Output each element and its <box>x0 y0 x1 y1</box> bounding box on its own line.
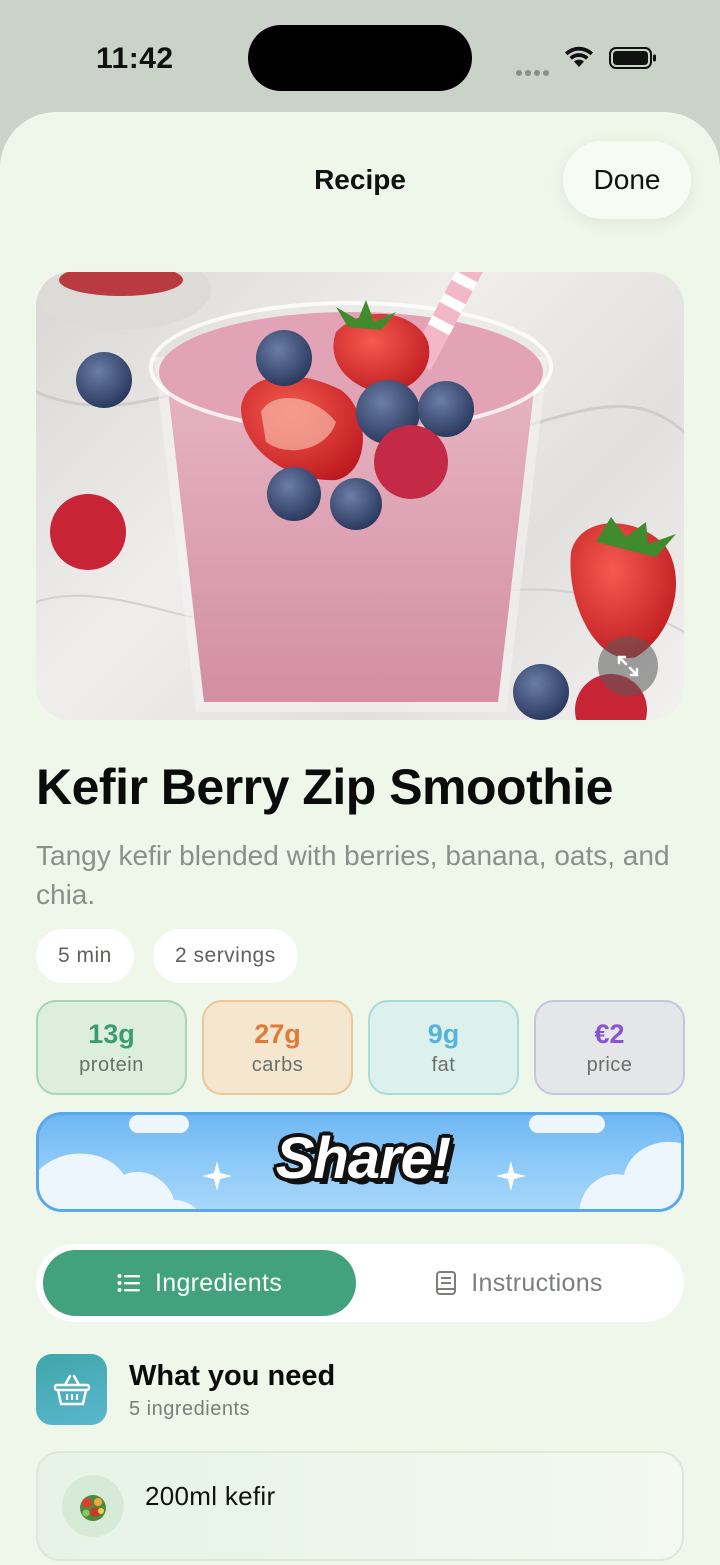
recipe-title: Kefir Berry Zip Smoothie <box>36 759 614 815</box>
tab-instructions[interactable]: Instructions <box>360 1250 678 1316</box>
share-label: Share! <box>275 1126 452 1191</box>
tab-ingredients[interactable]: Ingredients <box>43 1250 356 1316</box>
macro-protein: 13g protein <box>36 1000 187 1095</box>
section-title: What you need <box>129 1360 336 1392</box>
ingredient-name: 200ml kefir <box>145 1481 276 1511</box>
ingredient-count: 5 ingredients <box>129 1398 251 1420</box>
status-time: 11:42 <box>96 42 174 75</box>
expand-image-button[interactable] <box>598 636 658 696</box>
macro-fat: 9g fat <box>368 1000 519 1095</box>
cellular-dots-icon <box>516 63 552 76</box>
tab-ingredients-label: Ingredients <box>155 1268 282 1297</box>
recipe-photo[interactable] <box>36 272 684 720</box>
list-icon <box>117 1273 141 1293</box>
wifi-icon <box>565 46 593 67</box>
battery-icon <box>609 47 656 69</box>
servings-chip: 2 servings <box>153 929 298 983</box>
tab-instructions-label: Instructions <box>471 1268 603 1297</box>
time-chip: 5 min <box>36 929 134 983</box>
price-value: €2 <box>594 1019 625 1049</box>
protein-value: 13g <box>88 1019 135 1049</box>
expand-icon <box>617 655 639 677</box>
price-label: price <box>586 1054 633 1076</box>
protein-label: protein <box>79 1054 144 1076</box>
done-button[interactable]: Done <box>563 141 691 219</box>
carbs-label: carbs <box>251 1054 304 1076</box>
basket-icon <box>36 1354 107 1425</box>
macro-price: €2 price <box>534 1000 685 1095</box>
dynamic-island <box>248 25 472 91</box>
status-bar: 11:42 <box>0 0 720 112</box>
fat-value: 9g <box>427 1019 460 1049</box>
recipe-tabs: Ingredients Instructions <box>36 1244 684 1322</box>
carbs-value: 27g <box>254 1019 301 1049</box>
fat-label: fat <box>431 1054 456 1076</box>
salad-icon <box>62 1475 124 1537</box>
book-icon <box>435 1270 457 1296</box>
list-item[interactable]: 200ml kefir <box>36 1451 684 1561</box>
macro-carbs: 27g carbs <box>202 1000 353 1095</box>
recipe-description: Tangy kefir blended with berries, banana… <box>36 840 670 910</box>
share-button[interactable]: Share! <box>36 1112 684 1212</box>
